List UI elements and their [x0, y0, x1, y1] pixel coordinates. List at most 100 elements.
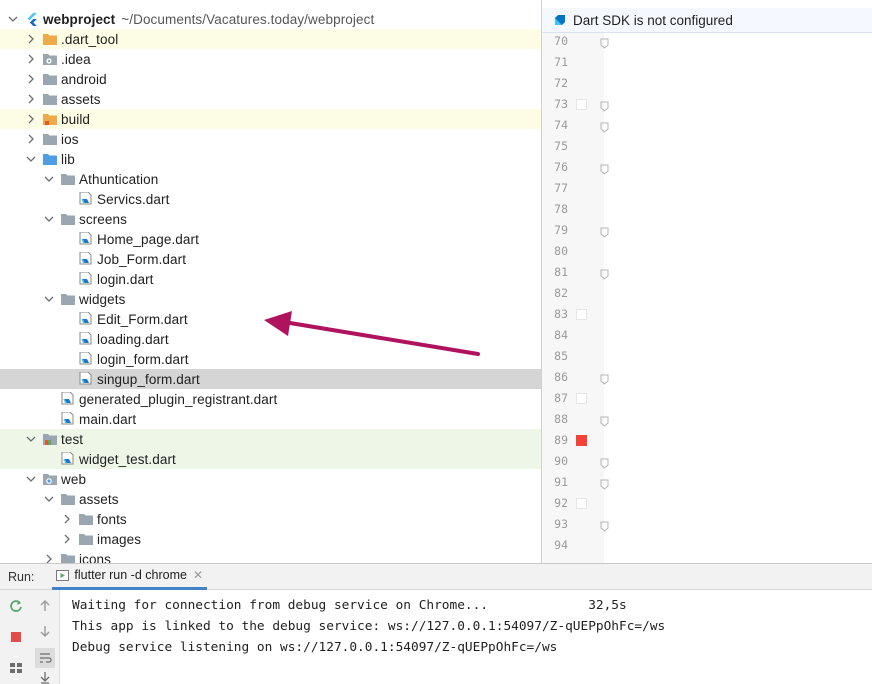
chevron-down-icon[interactable] — [24, 432, 38, 446]
chevron-right-icon[interactable] — [42, 552, 56, 563]
line-number[interactable]: 72 — [542, 73, 568, 94]
code-line[interactable]: 75), — [542, 136, 872, 157]
scroll-up-icon[interactable] — [37, 598, 53, 614]
fold-marker-icon[interactable] — [600, 372, 609, 385]
gutter-marker[interactable] — [576, 498, 587, 509]
line-number[interactable]: 85 — [542, 346, 568, 367]
chevron-down-icon[interactable] — [24, 152, 38, 166]
tree-item-idea[interactable]: .idea — [0, 49, 541, 69]
chevron-right-icon[interactable] — [24, 72, 38, 86]
tree-item-dart-tool[interactable]: .dart_tool — [0, 29, 541, 49]
tree-item-web[interactable]: web — [0, 469, 541, 489]
code-line[interactable]: 91enabledBo — [542, 472, 872, 493]
line-number[interactable]: 89 — [542, 430, 568, 451]
line-number[interactable]: 80 — [542, 241, 568, 262]
code-line[interactable]: 74) — [542, 115, 872, 136]
tree-item-servics-dart[interactable]: Servics.dart — [0, 189, 541, 209]
fold-marker-icon[interactable] — [600, 162, 609, 175]
code-line[interactable]: 92borde — [542, 493, 872, 514]
code-line[interactable]: 77controller: — [542, 178, 872, 199]
line-number[interactable]: 71 — [542, 52, 568, 73]
tree-item-athuntication[interactable]: Athuntication — [0, 169, 541, 189]
code-line[interactable]: 84keyboardTyp — [542, 325, 872, 346]
line-number[interactable]: 94 — [542, 535, 568, 556]
chevron-right-icon[interactable] — [60, 512, 74, 526]
line-number[interactable]: 87 — [542, 388, 568, 409]
chevron-right-icon[interactable] — [24, 132, 38, 146]
code-line[interactable]: 86decoration: — [542, 367, 872, 388]
line-number[interactable]: 90 — [542, 451, 568, 472]
code-line[interactable]: 90), — [542, 451, 872, 472]
gutter-marker[interactable] — [576, 393, 587, 404]
soft-wrap-icon[interactable] — [35, 648, 55, 668]
chevron-right-icon[interactable] — [60, 532, 74, 546]
code-line[interactable]: 76TextFormField( — [542, 157, 872, 178]
line-number[interactable]: 84 — [542, 325, 568, 346]
tree-item-icons[interactable]: icons — [0, 549, 541, 563]
chevron-down-icon[interactable] — [42, 292, 56, 306]
line-number[interactable]: 93 — [542, 514, 568, 535]
close-tab-icon[interactable]: ✕ — [193, 568, 203, 582]
chevron-down-icon[interactable] — [6, 12, 20, 26]
code-line[interactable]: 85obscureText — [542, 346, 872, 367]
code-line[interactable]: 80return — [542, 241, 872, 262]
tree-item-home-page-dart[interactable]: Home_page.dart — [0, 229, 541, 249]
code-line[interactable]: 89borde — [542, 430, 872, 451]
chevron-down-icon[interactable] — [42, 492, 56, 506]
line-number[interactable]: 75 — [542, 136, 568, 157]
gutter-marker[interactable] — [576, 99, 587, 110]
code-line[interactable]: 82}, — [542, 283, 872, 304]
code-line[interactable]: 93), — [542, 514, 872, 535]
tree-item-singup-form-dart[interactable]: singup_form.dart — [0, 369, 541, 389]
line-number[interactable]: 86 — [542, 367, 568, 388]
code-line[interactable]: 83cursorColor — [542, 304, 872, 325]
tree-item-main-dart[interactable]: main.dart — [0, 409, 541, 429]
fold-marker-icon[interactable] — [600, 267, 609, 280]
line-number[interactable]: 78 — [542, 199, 568, 220]
tree-item-assets[interactable]: assets — [0, 89, 541, 109]
code-line[interactable]: 87fillColor — [542, 388, 872, 409]
fold-marker-icon[interactable] — [600, 414, 609, 427]
code-line[interactable]: 78validator: — [542, 199, 872, 220]
chevron-right-icon[interactable] — [24, 92, 38, 106]
fold-marker-icon[interactable] — [600, 99, 609, 112]
fold-marker-icon[interactable] — [600, 225, 609, 238]
fold-marker-icon[interactable] — [600, 120, 609, 133]
tree-item-test[interactable]: test — [0, 429, 541, 449]
rerun-icon[interactable] — [8, 598, 24, 614]
code-line[interactable]: 70child: Text( — [542, 31, 872, 52]
stop-icon[interactable] — [8, 629, 24, 645]
code-line[interactable]: 81} — [542, 262, 872, 283]
line-number[interactable]: 82 — [542, 283, 568, 304]
fold-marker-icon[interactable] — [600, 477, 609, 490]
sdk-warning-banner[interactable]: Dart SDK is not configured — [542, 8, 872, 33]
run-tab[interactable]: flutter run -d chrome ✕ — [52, 564, 208, 590]
chevron-right-icon[interactable] — [24, 112, 38, 126]
tree-item-widgets[interactable]: widgets — [0, 289, 541, 309]
tree-root-webproject[interactable]: webproject ~/Documents/Vacatures.today/w… — [0, 9, 541, 29]
tree-item-login-form-dart[interactable]: login_form.dart — [0, 349, 541, 369]
line-number[interactable]: 91 — [542, 472, 568, 493]
scroll-down-icon[interactable] — [37, 623, 53, 639]
line-number[interactable]: 70 — [542, 31, 568, 52]
line-number[interactable]: 74 — [542, 115, 568, 136]
tree-item-web-assets[interactable]: assets — [0, 489, 541, 509]
breakpoint-marker[interactable] — [576, 435, 587, 446]
scroll-to-end-icon[interactable] — [37, 670, 53, 684]
chevron-down-icon[interactable] — [42, 212, 56, 226]
tree-item-widget-test-dart[interactable]: widget_test.dart — [0, 449, 541, 469]
fold-marker-icon[interactable] — [600, 36, 609, 49]
line-number[interactable]: 81 — [542, 262, 568, 283]
chevron-down-icon[interactable] — [42, 172, 56, 186]
chevron-right-icon[interactable] — [24, 32, 38, 46]
tree-item-generated-plugin-registrant[interactable]: generated_plugin_registrant.dart — [0, 389, 541, 409]
run-console-output[interactable]: Waiting for connection from debug servic… — [60, 590, 872, 684]
code-line[interactable]: 94focusedBo — [542, 535, 872, 556]
tree-item-screens[interactable]: screens — [0, 209, 541, 229]
tree-item-build[interactable]: build — [0, 109, 541, 129]
code-line[interactable]: 72fontFam — [542, 73, 872, 94]
tree-item-android[interactable]: android — [0, 69, 541, 89]
tree-item-ios[interactable]: ios — [0, 129, 541, 149]
tree-item-login-dart[interactable]: login.dart — [0, 269, 541, 289]
layout-icon[interactable] — [8, 660, 24, 676]
